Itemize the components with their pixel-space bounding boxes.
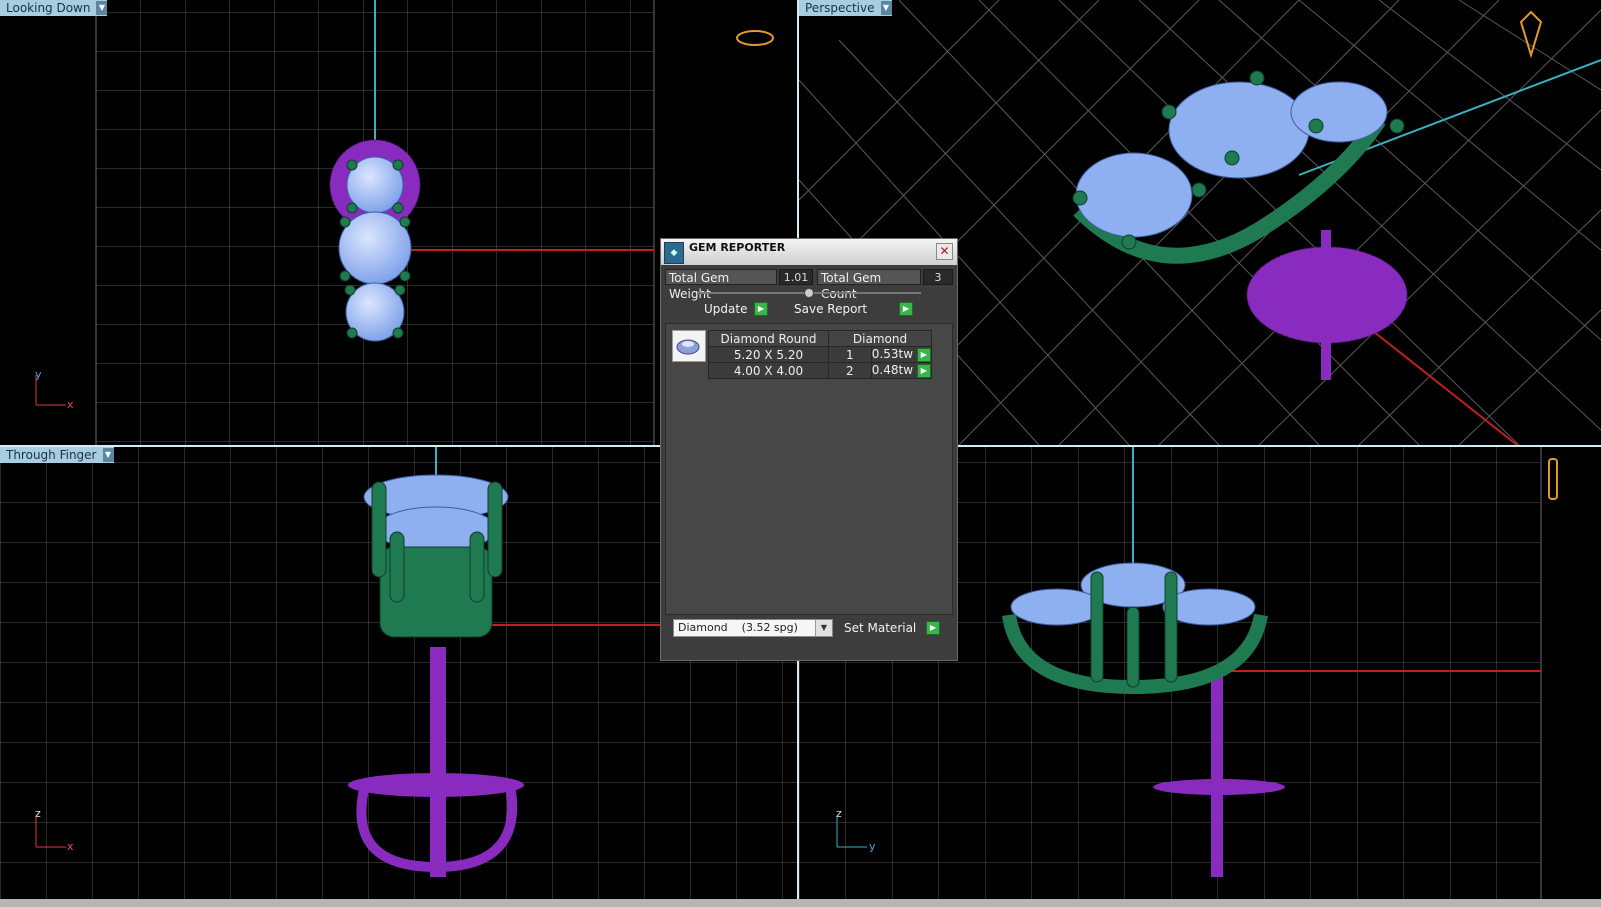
total-gem-count-value: 3 (923, 269, 953, 285)
gem-table: Diamond Round Diamond 5.20 X 5.20 1 0.53… (708, 330, 933, 379)
row-go-icon[interactable]: ▶ (916, 347, 931, 362)
table-header-shape: Diamond Round (708, 330, 829, 347)
chevron-down-icon[interactable]: ▼ (880, 1, 892, 15)
gem-weight: 0.48tw ▶ (870, 362, 933, 379)
table-row[interactable]: 5.20 X 5.20 1 0.53tw ▶ (708, 346, 933, 363)
save-report-button[interactable]: Save Report (791, 301, 901, 317)
axis-y-label: y (35, 368, 42, 381)
gem-count: 2 (828, 362, 872, 379)
close-icon[interactable]: ✕ (936, 243, 953, 260)
total-gem-count-label: Total Gem Count (817, 269, 921, 301)
viewport-label-through-finger[interactable]: Through Finger ▼ (0, 447, 114, 463)
viewport-label-perspective[interactable]: Perspective ▼ (799, 0, 892, 16)
viewport-label-text: Through Finger (6, 448, 97, 462)
axis-z-label: z (836, 807, 842, 820)
gem-thumbnail[interactable] (672, 330, 706, 362)
axis-x-label: x (67, 398, 74, 411)
axis-y-label: y (869, 840, 876, 853)
gem-weight: 0.53tw ▶ (870, 346, 933, 363)
row-go-icon[interactable]: ▶ (916, 363, 931, 378)
table-header-stone: Diamond (828, 330, 932, 347)
chevron-down-icon[interactable]: ▼ (815, 620, 832, 636)
chevron-down-icon[interactable]: ▼ (102, 448, 114, 462)
dialog-title: GEM REPORTER (689, 241, 786, 254)
table-header-row: Diamond Round Diamond (708, 330, 932, 347)
axis-z-label: z (35, 807, 41, 820)
viewport-label-text: Looking Down (6, 1, 91, 15)
gem-size: 4.00 X 4.00 (708, 362, 829, 379)
update-go-icon[interactable]: ▶ (754, 302, 768, 316)
set-material-button-label: Set Material (844, 621, 917, 635)
dialog-resize-slider[interactable] (697, 288, 921, 298)
total-gem-weight-label: Total Gem Weight (665, 269, 777, 301)
viewport-label-text: Perspective (805, 1, 875, 15)
slider-knob[interactable] (804, 288, 814, 298)
totals-row: Total Gem Weight 1.01 Total Gem Count 3 (665, 269, 953, 301)
gem-list[interactable]: Diamond Round Diamond 5.20 X 5.20 1 0.53… (665, 323, 953, 615)
chevron-down-icon[interactable]: ▼ (96, 1, 108, 15)
material-select-value: Diamond (3.52 spg) (678, 621, 798, 634)
gem-reporter-dialog[interactable]: ◆ GEM REPORTER ✕ Total Gem Weight 1.01 T… (660, 238, 958, 661)
set-material-go-icon[interactable]: ▶ (926, 621, 940, 635)
total-gem-weight-value: 1.01 (779, 269, 813, 285)
status-bar (0, 899, 1601, 907)
gem-count: 1 (828, 346, 872, 363)
gem-size: 5.20 X 5.20 (708, 346, 829, 363)
dialog-titlebar[interactable]: ◆ GEM REPORTER ✕ (661, 239, 957, 265)
axis-x-label: x (67, 840, 74, 853)
table-row[interactable]: 4.00 X 4.00 2 0.48tw ▶ (708, 362, 933, 379)
gem-weight-text: 0.48tw (871, 363, 914, 378)
diamond-round-icon (676, 339, 700, 355)
save-report-go-icon[interactable]: ▶ (899, 302, 913, 316)
material-select[interactable]: Diamond (3.52 spg) ▼ (673, 619, 833, 637)
gem-weight-text: 0.53tw (871, 347, 914, 362)
set-material-button[interactable]: Set Material (841, 620, 931, 636)
gem-reporter-icon: ◆ (664, 242, 684, 264)
viewport-label-looking-down[interactable]: Looking Down ▼ (0, 0, 108, 16)
update-button-label: Update (704, 302, 748, 316)
save-report-button-label: Save Report (794, 302, 868, 316)
